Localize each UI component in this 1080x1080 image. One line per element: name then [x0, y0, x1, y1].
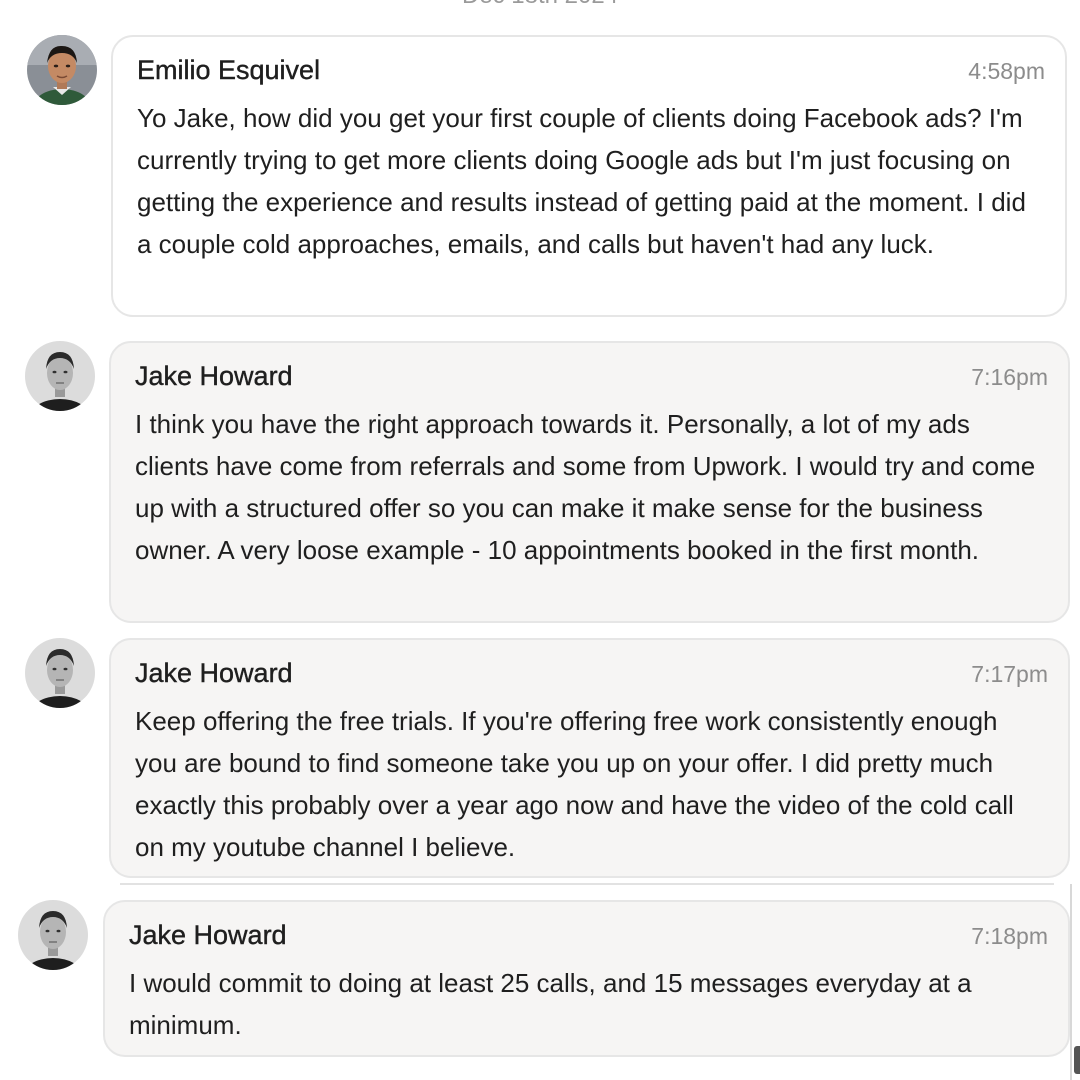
- avatar-jake[interactable]: [25, 638, 95, 708]
- message-bubble[interactable]: Jake Howard 7:17pm Keep offering the fre…: [109, 638, 1070, 878]
- avatar-jake[interactable]: [18, 900, 88, 970]
- author-name[interactable]: Jake Howard: [129, 920, 287, 951]
- author-name[interactable]: Emilio Esquivel: [137, 55, 320, 86]
- message-text: I think you have the right approach towa…: [135, 409, 1036, 565]
- message-divider: [120, 883, 1054, 885]
- author-name[interactable]: Jake Howard: [135, 361, 293, 392]
- message-text: Keep offering the free trials. If you're…: [135, 706, 1014, 862]
- avatar-emilio[interactable]: [27, 35, 97, 105]
- user-photo-icon: [18, 900, 88, 970]
- message-bubble[interactable]: Jake Howard 7:16pm I think you have the …: [109, 341, 1070, 623]
- chat-thread: Dec 18th 2024 Emilio Esquivel 4:58pm Yo …: [0, 0, 1080, 1080]
- author-name[interactable]: Jake Howard: [135, 658, 293, 689]
- scrollbar-thumb[interactable]: [1074, 1046, 1080, 1074]
- avatar-jake[interactable]: [25, 341, 95, 411]
- user-photo-icon: [25, 341, 95, 411]
- user-photo-icon: [27, 35, 97, 105]
- message-bubble[interactable]: Emilio Esquivel 4:58pm Yo Jake, how did …: [111, 35, 1067, 317]
- scrollbar-track[interactable]: [1070, 884, 1072, 1080]
- message-timestamp: 4:58pm: [968, 58, 1045, 84]
- message-timestamp: 7:18pm: [971, 923, 1048, 949]
- message-timestamp: 7:16pm: [971, 364, 1048, 390]
- user-photo-icon: [25, 638, 95, 708]
- message-bubble[interactable]: Jake Howard 7:18pm I would commit to doi…: [103, 900, 1070, 1057]
- date-separator: Dec 18th 2024: [0, 0, 1080, 8]
- message-timestamp: 7:17pm: [971, 661, 1048, 687]
- message-text: I would commit to doing at least 25 call…: [129, 968, 972, 1040]
- message-text: Yo Jake, how did you get your first coup…: [137, 103, 1026, 259]
